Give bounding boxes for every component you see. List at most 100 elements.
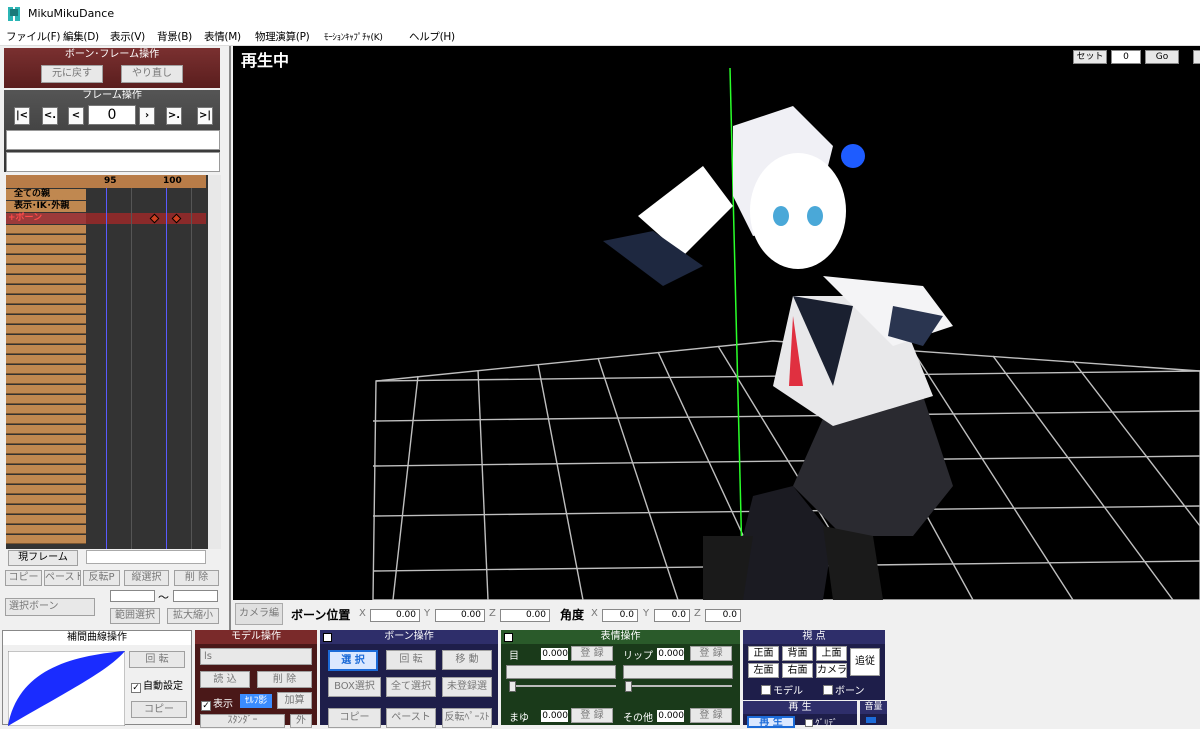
face-collapse-toggle[interactable]	[504, 633, 513, 642]
ang-x-input[interactable]: 0.0	[602, 609, 638, 622]
pos-x-input[interactable]: 0.00	[370, 609, 420, 622]
display-checkbox[interactable]: ✓ 表示	[201, 695, 233, 711]
show-bone-checkbox[interactable]: ボーン	[823, 682, 865, 697]
bone-select-button[interactable]: 選 択	[328, 650, 378, 671]
box-select-button[interactable]: BOX選択	[328, 677, 381, 697]
brow-value[interactable]: 0.000	[541, 710, 568, 722]
bone-name-field[interactable]	[6, 130, 220, 150]
next-frame-button[interactable]: ›	[139, 107, 155, 125]
bone-move-button[interactable]: 移 動	[442, 650, 492, 670]
volume-slider[interactable]	[866, 717, 876, 723]
delete-frame-button[interactable]: 削 除	[174, 570, 219, 586]
curve-rotate-dropdown[interactable]: 回 転	[129, 651, 185, 668]
timeline-row-display-ik[interactable]: 表示･IK･外親	[6, 201, 86, 212]
menu-view[interactable]: 表示(V)	[110, 29, 145, 44]
eye-slider[interactable]	[511, 685, 616, 687]
view-left-button[interactable]: 左面	[748, 663, 779, 678]
view-right-button[interactable]: 右面	[782, 663, 813, 678]
selfshadow-toggle[interactable]: ｾﾙﾌ影	[240, 694, 272, 708]
timeline-empty-row	[6, 505, 86, 514]
model-out-button[interactable]: 外	[290, 714, 312, 728]
bone-rotate-button[interactable]: 回 転	[386, 650, 436, 670]
select-bone-dropdown[interactable]: 選択ボーン	[5, 598, 95, 616]
other-value[interactable]: 0.000	[657, 710, 684, 722]
menu-motion-capture[interactable]: ﾓｰｼｮﾝｷｬﾌﾟﾁｬ(K)	[324, 30, 383, 43]
menu-edit[interactable]: 編集(D)	[63, 29, 99, 44]
bone-reverse-paste-button[interactable]: 反転ﾍﾟｰｽﾄ	[442, 708, 492, 728]
frame-info-field[interactable]	[6, 152, 220, 172]
range-end-input[interactable]	[173, 590, 218, 602]
view-top-button[interactable]: 上面	[816, 646, 847, 661]
repeat-checkbox[interactable]: ｸﾞﾘﾃﾞ	[805, 716, 838, 729]
pos-z-input[interactable]: 0.00	[500, 609, 550, 622]
paste-frame-button[interactable]: ペースト	[44, 570, 81, 586]
add-blend-button[interactable]: 加算	[277, 692, 312, 709]
scale-button[interactable]: 拡大縮小	[167, 608, 219, 624]
next-key-button[interactable]: >.	[166, 107, 182, 125]
prev-frame-button[interactable]: <	[68, 107, 84, 125]
angle-label: 角度	[560, 608, 585, 622]
timeline-scrollbar[interactable]	[208, 175, 221, 549]
set-frame-button[interactable]: セット	[1073, 50, 1107, 64]
model-bottom-dropdown[interactable]: ｽﾀﾝﾀﾞｰ	[200, 714, 285, 728]
last-frame-button[interactable]: >|	[197, 107, 213, 125]
menu-help[interactable]: ヘルプ(H)	[409, 29, 455, 44]
model-select-dropdown[interactable]: ls	[200, 648, 312, 665]
frame-number-input[interactable]: 0	[88, 105, 136, 125]
eye-value[interactable]: 0.000	[541, 648, 568, 660]
menu-file[interactable]: ファイル(F)	[6, 29, 60, 44]
reverse-paste-button[interactable]: 反転P	[83, 570, 120, 586]
auto-setting-checkbox[interactable]: ✓ 自動設定	[131, 677, 183, 693]
menu-background[interactable]: 背景(B)	[157, 29, 192, 44]
lip-value[interactable]: 0.000	[657, 648, 684, 660]
eye-slider-thumb[interactable]	[509, 681, 516, 692]
show-model-checkbox[interactable]: モデル	[761, 682, 803, 697]
lip-slider-thumb[interactable]	[625, 681, 632, 692]
model-delete-button[interactable]: 削 除	[257, 671, 312, 688]
pos-y-input[interactable]: 0.00	[435, 609, 485, 622]
undo-button[interactable]: 元に戻す	[41, 65, 103, 83]
go-button[interactable]: Go	[1145, 50, 1179, 64]
lip-morph-dropdown[interactable]	[623, 665, 733, 679]
view-back-button[interactable]: 背面	[782, 646, 813, 661]
view-front-button[interactable]: 正面	[748, 646, 779, 661]
interpolation-curve[interactable]	[8, 651, 125, 726]
bone-paste-button[interactable]: ペースト	[386, 708, 436, 728]
lip-slider[interactable]	[627, 685, 732, 687]
curve-copy-button[interactable]: コピー	[131, 701, 187, 718]
other-register-button[interactable]: 登 録	[690, 708, 732, 723]
first-frame-button[interactable]: |<	[14, 107, 30, 125]
range-select-button[interactable]: 範囲選択	[110, 608, 160, 624]
follow-button[interactable]: 追従	[850, 648, 880, 676]
viewport-3d[interactable]: 再生中 セット 0 Go	[233, 46, 1200, 600]
bone-copy-button[interactable]: コピー	[328, 708, 381, 728]
ang-z-input[interactable]: 0.0	[705, 609, 741, 622]
copy-frame-button[interactable]: コピー	[5, 570, 42, 586]
range-start-input[interactable]	[110, 590, 155, 602]
prev-key-button[interactable]: <.	[42, 107, 58, 125]
select-all-button[interactable]: 全て選択	[386, 677, 436, 697]
menu-physics[interactable]: 物理演算(P)	[255, 29, 310, 44]
current-frame-button[interactable]: 現フレーム	[8, 550, 78, 566]
set-frame-input[interactable]: 0	[1111, 50, 1141, 64]
camera-edit-tab[interactable]: カメラ編	[235, 603, 283, 625]
frame-ops-title: フレーム操作	[82, 90, 142, 101]
vertical-select-button[interactable]: 縦選択	[124, 570, 169, 586]
view-camera-button[interactable]: カメラ	[816, 663, 847, 678]
timeline-row-root[interactable]: 全ての親	[6, 189, 86, 200]
menu-face[interactable]: 表情(M)	[204, 29, 241, 44]
redo-button[interactable]: やり直し	[121, 65, 183, 83]
collapse-toggle[interactable]	[323, 633, 332, 642]
model-load-button[interactable]: 読 込	[200, 671, 250, 688]
unregistered-select-button[interactable]: 未登録選	[442, 677, 492, 697]
ang-y-input[interactable]: 0.0	[654, 609, 690, 622]
timeline[interactable]: 95 100 全ての親 表示･IK･外親 +ボーン	[6, 175, 221, 549]
timeline-row-bone[interactable]: +ボーン	[6, 213, 86, 224]
eye-register-button[interactable]: 登 録	[571, 646, 613, 661]
lip-register-button[interactable]: 登 録	[690, 646, 732, 661]
timeline-hscroll[interactable]	[86, 550, 206, 564]
eye-morph-dropdown[interactable]	[506, 665, 616, 679]
play-button[interactable]: 再 生	[747, 716, 795, 728]
brow-register-button[interactable]: 登 録	[571, 708, 613, 723]
extra-button[interactable]	[1193, 50, 1200, 64]
